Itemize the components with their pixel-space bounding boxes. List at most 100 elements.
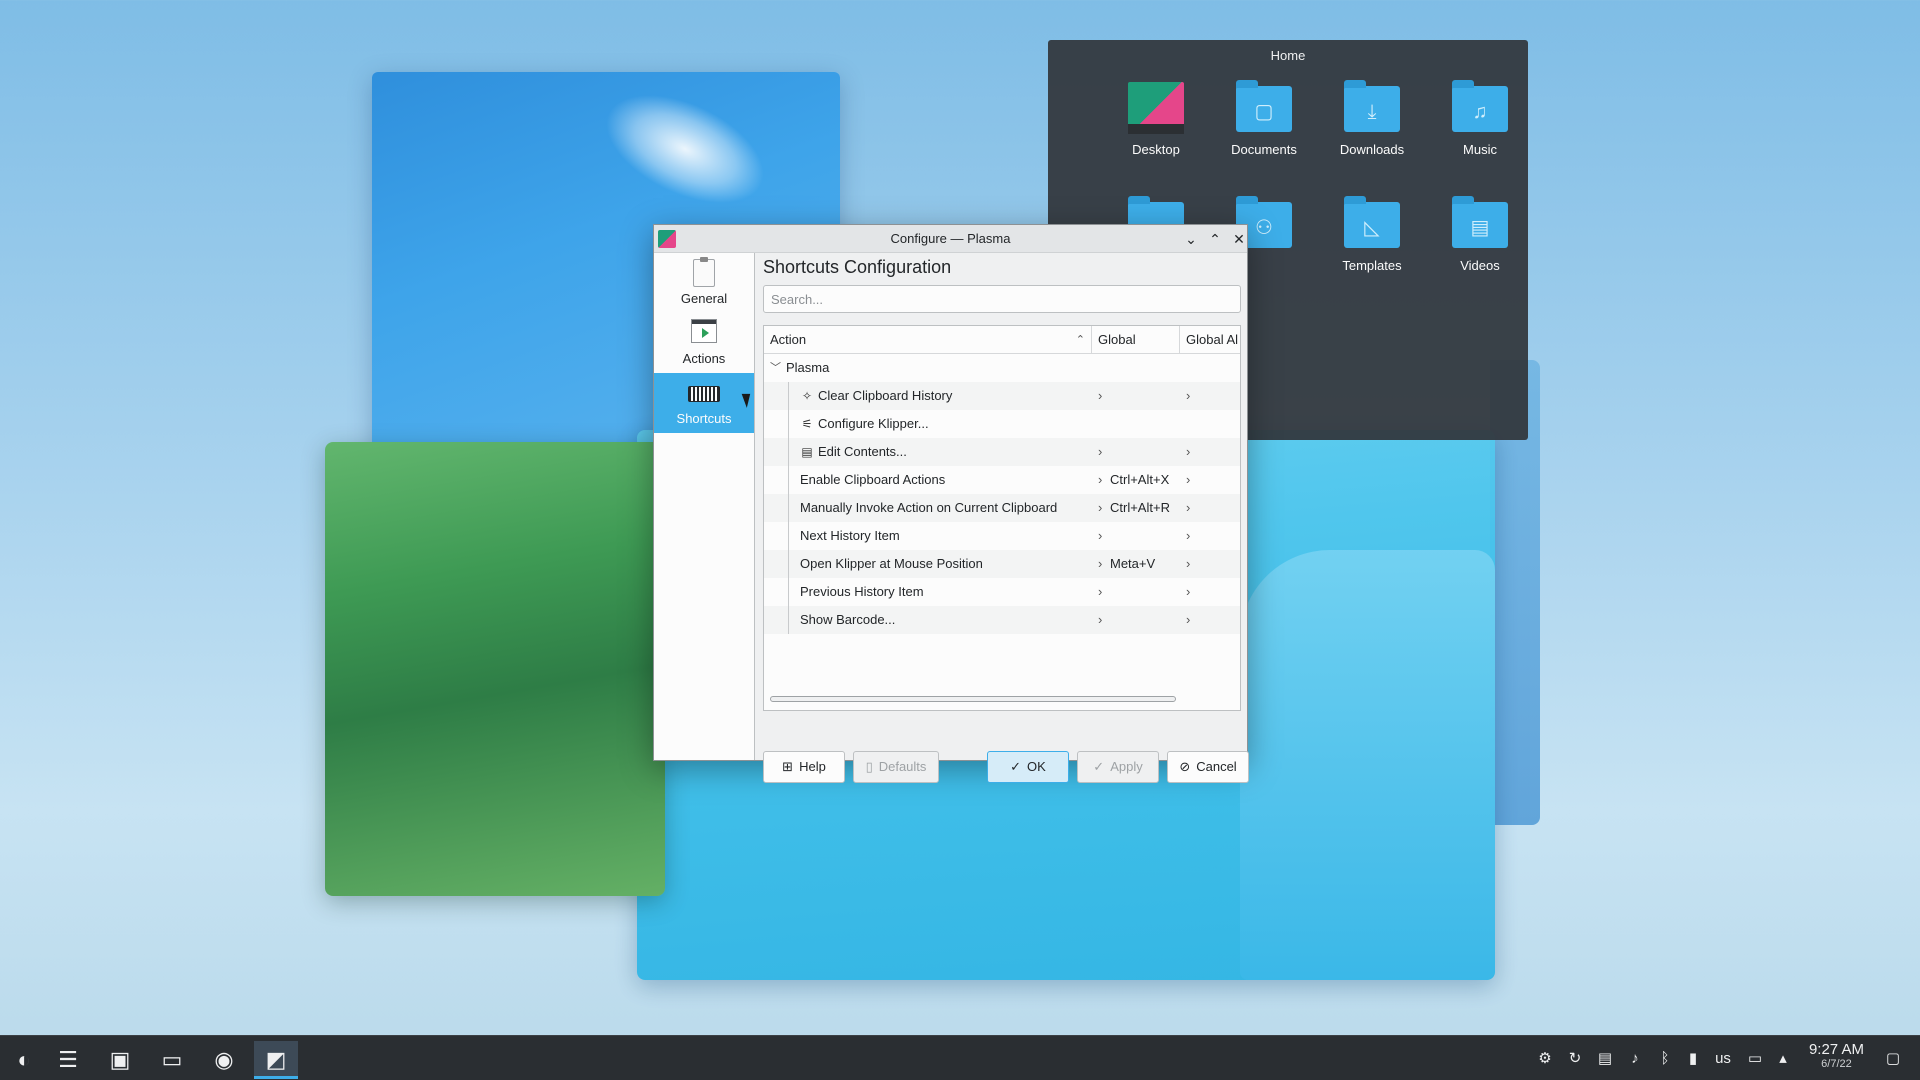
column-global-alt[interactable]: Global Al — [1180, 326, 1240, 354]
global-shortcut-cell[interactable]: Ctrl+Alt+R — [1110, 494, 1170, 522]
expand-global-alt-chevron-icon[interactable]: › — [1186, 578, 1190, 606]
tree-branch-line — [788, 578, 789, 606]
videos-folder-icon: ▤ — [1452, 196, 1508, 248]
action-cell: Manually Invoke Action on Current Clipbo… — [800, 500, 1058, 515]
tree-rows: ﹀ Plasma ✧ Clear Clipboard History › › ⚟ Conf… — [764, 354, 1240, 634]
clear-icon: ✧ — [801, 389, 813, 403]
collapse-icon[interactable]: ﹀ — [770, 354, 781, 382]
actions-icon — [691, 319, 717, 343]
column-global[interactable]: Global — [1092, 326, 1180, 354]
table-row[interactable]: Show Barcode... › › — [764, 606, 1240, 634]
horizontal-scrollbar[interactable] — [770, 696, 1176, 702]
wallpaper-wave — [1240, 550, 1495, 980]
desktop-item[interactable]: Desktop — [1102, 80, 1210, 157]
expand-global-alt-chevron-icon[interactable]: › — [1186, 438, 1190, 466]
keyboard-icon — [688, 386, 720, 402]
expand-global-chevron-icon[interactable]: › — [1098, 466, 1102, 494]
table-row[interactable]: Enable Clipboard Actions › Ctrl+Alt+X › — [764, 466, 1240, 494]
kdeconnect-icon[interactable]: ⚙ — [1534, 1036, 1556, 1080]
templates-folder-icon: ◺ — [1344, 196, 1400, 248]
action-cell: Enable Clipboard Actions — [800, 472, 946, 487]
expand-global-alt-chevron-icon[interactable]: › — [1186, 550, 1190, 578]
sidebar: General Actions Shortcuts — [654, 253, 755, 760]
title-bar[interactable]: Configure — Plasma ⌄ ⌃ ✕ — [654, 225, 1247, 253]
help-icon: ⊞ — [782, 759, 794, 774]
table-row[interactable]: Next History Item › › — [764, 522, 1240, 550]
table-row[interactable]: Open Klipper at Mouse Position › Meta+V › — [764, 550, 1240, 578]
templates-item[interactable]: ◺ Templates — [1318, 196, 1426, 273]
expand-global-alt-chevron-icon[interactable]: › — [1186, 522, 1190, 550]
expand-global-chevron-icon[interactable]: › — [1098, 494, 1102, 522]
bluetooth-icon[interactable]: ᛒ — [1654, 1036, 1676, 1080]
music-folder-icon: ♫ — [1452, 80, 1508, 132]
shortcuts-tree: Action ⌃ Global Global Al ﹀ Plasma ✧ Clea… — [763, 325, 1241, 711]
cancel-button[interactable]: ⊘ Cancel — [1167, 751, 1249, 783]
tray-expand-icon[interactable]: ▴ — [1772, 1036, 1794, 1080]
dolphin-app-icon[interactable]: ▭ — [150, 1041, 194, 1079]
global-shortcut-cell[interactable]: Ctrl+Alt+X — [1110, 466, 1169, 494]
clock[interactable]: 9:27 AM 6/7/22 — [1809, 1041, 1864, 1070]
table-row[interactable]: ▤ Edit Contents... › › — [764, 438, 1240, 466]
videos-item[interactable]: ▤ Videos — [1426, 196, 1534, 273]
clipboard-tray-icon[interactable]: ▤ — [1594, 1036, 1616, 1080]
table-row[interactable]: ⚟ Configure Klipper... — [764, 410, 1240, 438]
plasma-config-task-icon[interactable]: ◩ — [254, 1041, 298, 1079]
tree-branch-line — [788, 438, 789, 466]
checkmark-icon: ✓ — [1093, 759, 1105, 774]
expand-global-chevron-icon[interactable]: › — [1098, 550, 1102, 578]
settings-app-icon[interactable]: ☰ — [46, 1041, 90, 1079]
table-row[interactable]: Previous History Item › › — [764, 578, 1240, 606]
table-row[interactable]: Manually Invoke Action on Current Clipbo… — [764, 494, 1240, 522]
keyboard-layout-indicator[interactable]: us — [1710, 1036, 1736, 1080]
minimize-button[interactable]: ⌄ — [1181, 229, 1201, 249]
tree-branch-line — [788, 606, 789, 634]
configure-icon: ⚟ — [801, 417, 813, 431]
sidebar-item-general[interactable]: General — [654, 253, 754, 313]
maximize-button[interactable]: ⌃ — [1205, 229, 1225, 249]
tree-group-plasma[interactable]: ﹀ Plasma — [764, 354, 1240, 382]
search-input[interactable]: Search... — [763, 285, 1241, 313]
action-cell: Show Barcode... — [800, 612, 896, 627]
sidebar-item-actions[interactable]: Actions — [654, 313, 754, 373]
firefox-app-icon[interactable]: ◉ — [202, 1041, 246, 1079]
network-icon[interactable]: ▭ — [1744, 1036, 1766, 1080]
volume-icon[interactable]: ♪ — [1624, 1036, 1646, 1080]
edit-icon: ▤ — [801, 445, 813, 459]
fedora-launcher-icon[interactable]: ◐ — [2, 1041, 46, 1079]
expand-global-chevron-icon[interactable]: › — [1098, 578, 1102, 606]
help-button[interactable]: ⊞ Help — [763, 751, 845, 783]
show-desktop-icon[interactable]: ▢ — [1880, 1036, 1906, 1080]
cancel-icon: ⊘ — [1179, 759, 1191, 774]
action-cell: Configure Klipper... — [818, 416, 929, 431]
expand-global-alt-chevron-icon[interactable]: › — [1186, 466, 1190, 494]
expand-global-alt-chevron-icon[interactable]: › — [1186, 494, 1190, 522]
content-area: Shortcuts Configuration Search... Action… — [755, 253, 1249, 783]
apply-button[interactable]: ✓ Apply — [1077, 751, 1159, 783]
sidebar-item-shortcuts[interactable]: Shortcuts — [654, 373, 754, 433]
tree-branch-line — [788, 382, 789, 410]
downloads-item[interactable]: ⤓ Downloads — [1318, 80, 1426, 157]
expand-global-chevron-icon[interactable]: › — [1098, 522, 1102, 550]
tree-header: Action ⌃ Global Global Al — [764, 326, 1240, 354]
clipboard-icon — [693, 257, 715, 287]
expand-global-alt-chevron-icon[interactable]: › — [1186, 606, 1190, 634]
action-cell: Next History Item — [800, 528, 900, 543]
expand-global-chevron-icon[interactable]: › — [1098, 382, 1102, 410]
discover-app-icon[interactable]: ▣ — [98, 1041, 142, 1079]
tree-branch-line — [788, 410, 789, 438]
battery-icon[interactable]: ▮ — [1682, 1036, 1704, 1080]
global-shortcut-cell[interactable]: Meta+V — [1110, 550, 1155, 578]
expand-global-chevron-icon[interactable]: › — [1098, 438, 1102, 466]
documents-item[interactable]: ▢ Documents — [1210, 80, 1318, 157]
music-item[interactable]: ♫ Music — [1426, 80, 1534, 157]
table-row[interactable]: ✧ Clear Clipboard History › › — [764, 382, 1240, 410]
column-action[interactable]: Action ⌃ — [764, 326, 1092, 354]
defaults-button[interactable]: ▯ Defaults — [853, 751, 939, 783]
tree-branch-line — [788, 494, 789, 522]
checkmark-icon: ✓ — [1010, 759, 1022, 774]
updates-icon[interactable]: ↻ — [1564, 1036, 1586, 1080]
expand-global-alt-chevron-icon[interactable]: › — [1186, 382, 1190, 410]
ok-button[interactable]: ✓ OK — [987, 751, 1069, 783]
close-button[interactable]: ✕ — [1229, 229, 1249, 249]
expand-global-chevron-icon[interactable]: › — [1098, 606, 1102, 634]
